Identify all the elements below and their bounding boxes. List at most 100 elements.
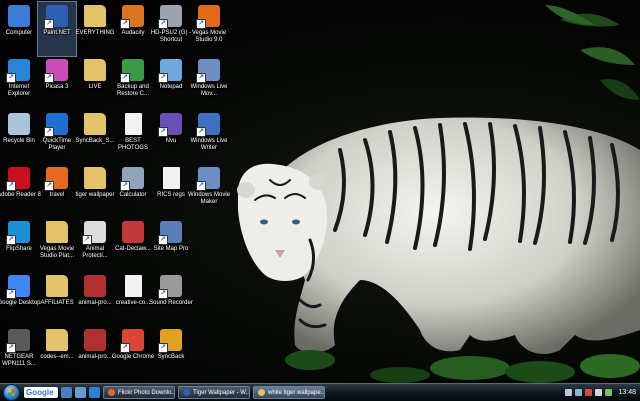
security-icon[interactable]	[585, 389, 593, 396]
desktop-icon[interactable]: animal-pro...	[76, 326, 114, 380]
computer-icon	[8, 5, 30, 27]
power-icon[interactable]	[605, 389, 613, 396]
site-map-icon: ↗	[158, 221, 182, 245]
desktop-icon[interactable]: tiger wallpaper	[75, 164, 115, 218]
desktop-icon[interactable]: EVERYTHING	[76, 2, 114, 56]
folder-icon	[84, 167, 106, 189]
shortcut-arrow-icon: ↗	[82, 235, 92, 245]
show-desktop-icon[interactable]	[61, 387, 72, 398]
shortcut-arrow-icon: ↗	[44, 181, 54, 191]
chevron-left-icon[interactable]	[565, 389, 573, 396]
foliage-top	[545, 5, 640, 100]
ie-quick-icon[interactable]	[89, 387, 100, 398]
notepad-icon: ↗	[158, 59, 182, 83]
desktop-icon[interactable]: ↗ Google Desktop	[0, 272, 41, 326]
desktop-icon[interactable]: AFFILIATES	[38, 272, 76, 326]
calculator-icon: ↗	[120, 167, 144, 191]
document-icon	[124, 113, 142, 135]
desktop-icon[interactable]: Cat-Declaw...	[114, 218, 152, 272]
desktop-icon[interactable]: ↗ Adobe Reader 8	[0, 164, 41, 218]
desktop-icon[interactable]: ↗ Sound Recorder	[149, 272, 193, 326]
flipshare-icon: ↗	[6, 221, 30, 245]
desktop-icon[interactable]: ↗ Site Map Pro	[152, 218, 190, 272]
backup-icon: ↗	[120, 59, 144, 83]
folder-icon	[84, 113, 106, 135]
quicktime-icon: ↗	[44, 113, 68, 137]
taskbar-button[interactable]: Tiger Wallpaper - W...	[178, 386, 250, 399]
desktop[interactable]: Computer ↗ Paint.NET EVERYTHING ↗ Audacity ↗ HD…	[0, 0, 640, 383]
desktop-icon-label: Windows Live Mov...	[190, 84, 228, 97]
shortcut-arrow-icon: ↗	[120, 19, 130, 29]
microphone-icon: ↗	[158, 275, 182, 299]
taskbar-button[interactable]: Flickr Photo Downlo...	[103, 386, 175, 399]
shortcut-arrow-icon: ↗	[120, 73, 130, 83]
desktop-icon[interactable]: ↗ NETGEAR WPN111 S...	[0, 326, 38, 380]
desktop-icon[interactable]: ↗ Paint.NET	[37, 1, 77, 57]
folder-icon	[84, 5, 106, 27]
desktop-icon[interactable]: ↗ Picasa 3	[38, 56, 76, 110]
desktop-icon[interactable]: ↗ Windows Live Mov...	[190, 56, 228, 110]
desktop-icon[interactable]: ↗ Audacity	[114, 2, 152, 56]
drive-icon: ↗	[158, 5, 182, 29]
firefox-icon: ↗	[44, 167, 68, 191]
foliage-bottom	[285, 350, 640, 383]
desktop-icon[interactable]: ↗ Notepad	[152, 56, 190, 110]
shortcut-arrow-icon: ↗	[196, 19, 206, 29]
desktop-icon[interactable]: ↗ SyncBack	[152, 326, 190, 380]
google-search-box[interactable]: Google	[24, 387, 58, 398]
desktop-icon[interactable]: creative-co...	[114, 272, 152, 326]
nvu-icon: ↗	[158, 113, 182, 137]
shortcut-arrow-icon: ↗	[196, 127, 206, 137]
taskbar: Google Flickr Photo Downlo... Tiger Wallp…	[0, 383, 640, 401]
movie-maker-icon: ↗	[196, 59, 220, 83]
desktop-icon[interactable]: codes--em...	[38, 326, 76, 380]
image-file-icon	[84, 275, 106, 297]
shortcut-arrow-icon: ↗	[6, 289, 16, 299]
desktop-icon[interactable]: ↗ travel	[38, 164, 76, 218]
desktop-icon[interactable]: ↗ FlipShare	[0, 218, 38, 272]
shortcut-arrow-icon: ↗	[158, 73, 168, 83]
recycle-bin-icon	[8, 113, 30, 135]
desktop-icon[interactable]: ↗ Google Chrome	[112, 326, 154, 380]
desktop-icon[interactable]: ↗ QuickTime Player	[38, 110, 76, 164]
shortcut-arrow-icon: ↗	[6, 343, 16, 353]
desktop-icon[interactable]: Vegas Movie Studio Plat...	[38, 218, 76, 272]
paint-icon	[183, 389, 190, 396]
desktop-icon[interactable]: Computer	[0, 2, 38, 56]
start-button[interactable]	[3, 384, 20, 401]
system-tray: 13:48	[562, 384, 640, 401]
desktop-icon-label: Sound Recorder	[149, 300, 193, 306]
quick-launch	[58, 387, 100, 398]
volume-icon[interactable]	[595, 389, 603, 396]
desktop-icon[interactable]: ↗ Internet Explorer	[0, 56, 38, 110]
shortcut-arrow-icon: ↗	[158, 289, 168, 299]
desktop-icon-label: Vegas Movie Studio 9.0	[191, 30, 227, 43]
taskbar-button[interactable]: white tiger wallpape...	[253, 386, 325, 399]
desktop-icon[interactable]: RICS regs	[152, 164, 190, 218]
network-icon[interactable]	[575, 389, 583, 396]
firefox-icon	[108, 389, 115, 396]
desktop-icon[interactable]: SyncBack_S...	[75, 110, 115, 164]
desktop-icon[interactable]: ↗ Animal Protecti...	[76, 218, 114, 272]
ie-icon: ↗	[6, 59, 30, 83]
image-file-icon	[122, 221, 144, 243]
shortcut-arrow-icon: ↗	[44, 19, 54, 29]
desktop-icon[interactable]: Recycle Bin	[0, 110, 38, 164]
desktop-icon[interactable]: ↗ Vegas Movie Studio 9.0	[190, 2, 228, 56]
desktop-icon[interactable]: LIVE	[76, 56, 114, 110]
shortcut-arrow-icon: ↗	[158, 235, 168, 245]
desktop-icon[interactable]: ↗ Calculator	[114, 164, 152, 218]
taskbar-button-label: white tiger wallpape...	[268, 389, 325, 396]
desktop-icon[interactable]: ↗ Windows Movie Maker	[188, 164, 230, 218]
chrome-icon: ↗	[120, 329, 144, 353]
desktop-icon[interactable]: ↗ Windows Live Writer	[190, 110, 228, 164]
desktop-icon[interactable]: ↗ Nvu	[152, 110, 190, 164]
switch-windows-icon[interactable]	[75, 387, 86, 398]
shortcut-arrow-icon: ↗	[120, 181, 130, 191]
desktop-icon[interactable]: ↗ Backup and Restore C...	[114, 56, 152, 110]
desktop-icon[interactable]: animal-pro...	[76, 272, 114, 326]
shortcut-arrow-icon: ↗	[158, 127, 168, 137]
desktop-icon[interactable]: BEST PHOTOGS	[114, 110, 152, 164]
clock[interactable]: 13:48	[618, 389, 636, 396]
desktop-icon[interactable]: ↗ HD-PSU2 (G) - Shortcut	[151, 2, 191, 56]
